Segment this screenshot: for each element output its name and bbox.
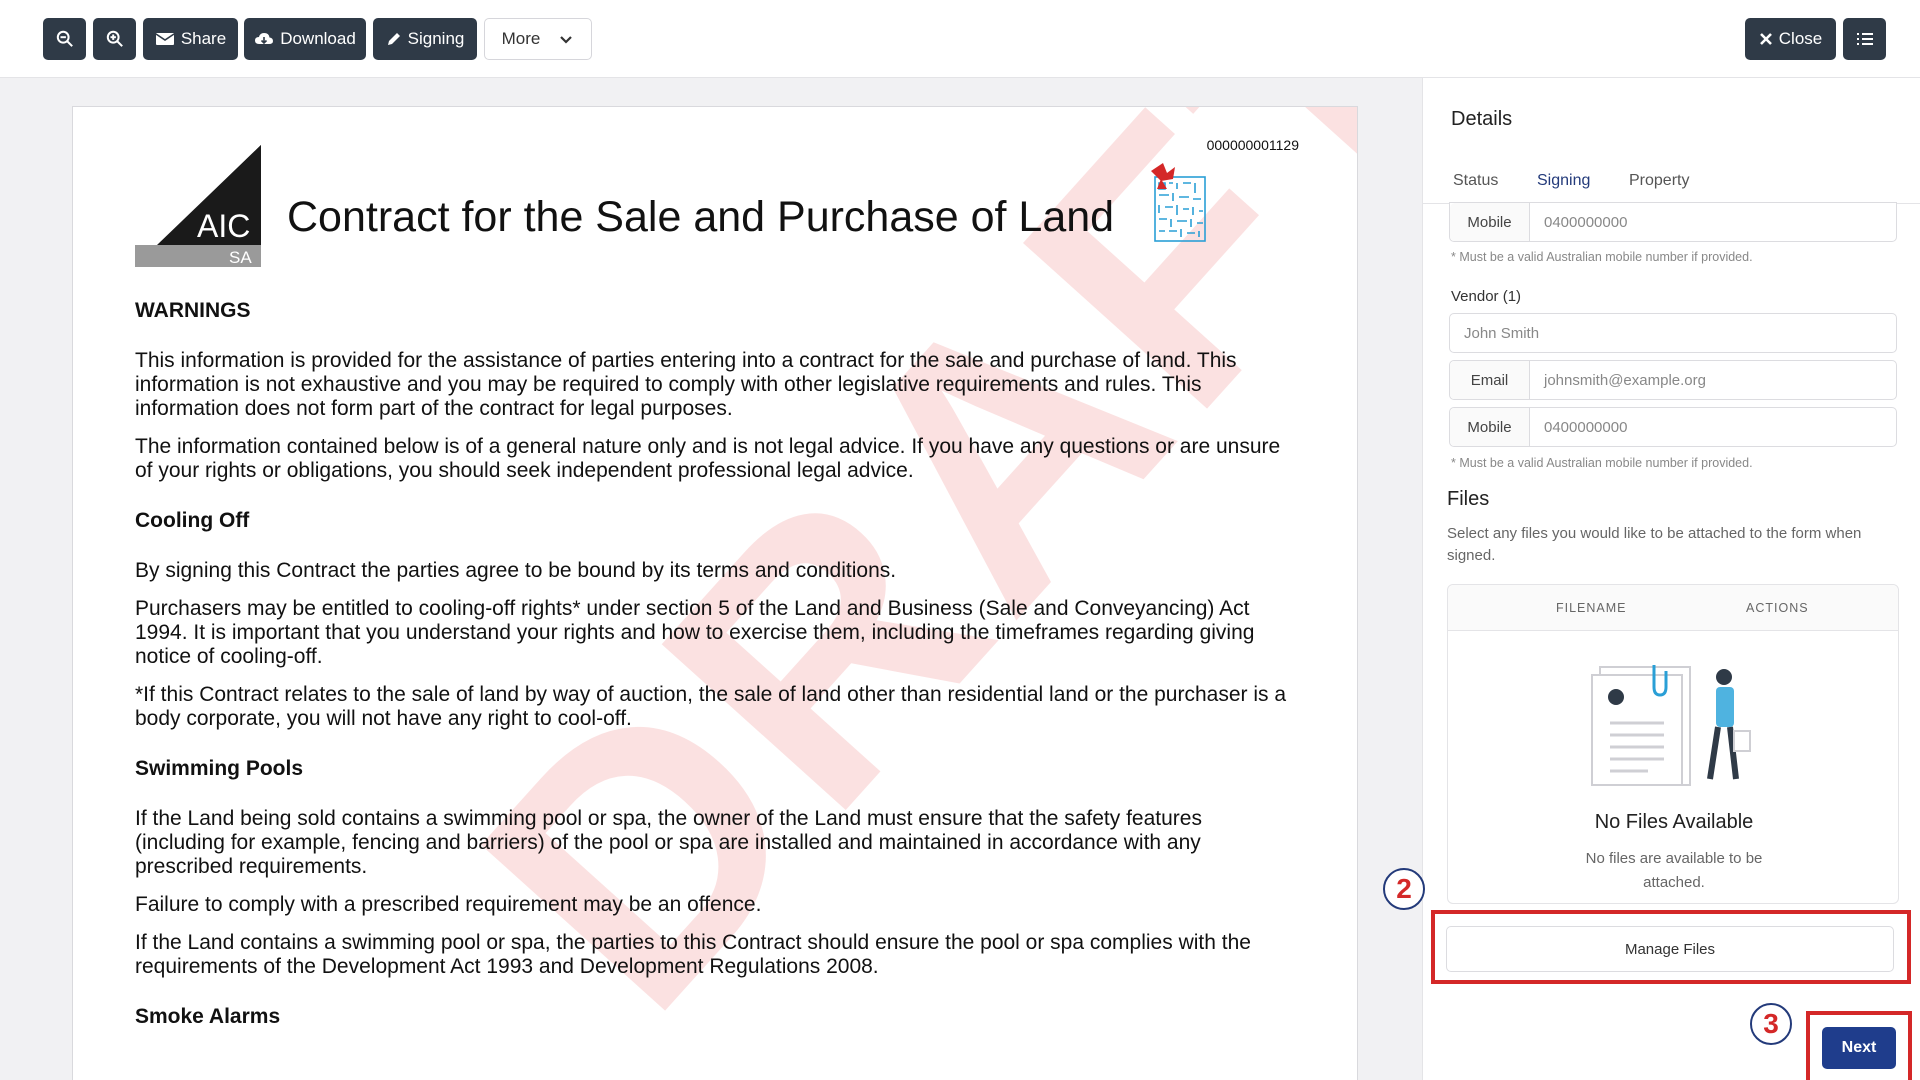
highlight-box-manage-files	[1431, 910, 1911, 984]
paragraph: By signing this Contract the parties agr…	[135, 559, 897, 582]
section-heading: WARNINGS	[135, 299, 251, 322]
vendor-mobile-field[interactable]: Mobile 0400000000	[1449, 407, 1897, 447]
mobile-prefix: Mobile	[1450, 203, 1530, 241]
zoom-in-button[interactable]	[93, 18, 136, 60]
envelope-icon	[155, 33, 175, 45]
more-dropdown[interactable]: More	[484, 18, 592, 60]
paragraph: This information is provided for the ass…	[135, 349, 1237, 420]
list-view-button[interactable]	[1843, 18, 1886, 60]
files-table-header: FILENAME ACTIONS	[1448, 585, 1898, 631]
paragraph: *If this Contract relates to the sale of…	[135, 683, 1287, 730]
details-tabs: Status Signing Property	[1423, 164, 1920, 204]
document-title: Contract for the Sale and Purchase of La…	[287, 193, 1115, 241]
actions-header: ACTIONS	[1746, 601, 1809, 615]
document-viewer[interactable]: DRAFT 000000001129 AIC SA Contract for t…	[0, 78, 1422, 1080]
download-label: Download	[280, 29, 356, 48]
zoom-in-icon	[106, 30, 123, 47]
vendor-name-placeholder: John Smith	[1464, 324, 1540, 342]
paragraph: The information contained below is of a …	[135, 435, 1281, 482]
purchaser-mobile-field[interactable]: Mobile 0400000000	[1449, 202, 1897, 242]
logo-text: AIC	[197, 208, 250, 244]
close-label: Close	[1778, 29, 1823, 48]
tab-signing[interactable]: Signing	[1537, 172, 1590, 190]
vendor-name-field[interactable]: John Smith	[1449, 313, 1897, 353]
mobile-placeholder: 0400000000	[1544, 418, 1628, 436]
step-3-marker: 3	[1750, 1003, 1792, 1045]
vendor-label: Vendor (1)	[1451, 288, 1522, 305]
files-title: Files	[1447, 488, 1490, 510]
tab-status[interactable]: Status	[1453, 172, 1498, 190]
cloud-download-icon	[255, 33, 274, 45]
share-button[interactable]: Share	[143, 18, 238, 60]
document-id: 000000001129	[1206, 137, 1299, 153]
files-description: Select any files you would like to be at…	[1447, 525, 1862, 564]
zoom-out-icon	[56, 30, 73, 47]
mobile-hint: * Must be a valid Australian mobile numb…	[1451, 250, 1753, 264]
filename-header: FILENAME	[1556, 601, 1627, 615]
toolbar: Share Download Signing More Close	[0, 0, 1920, 78]
empty-title: No Files Available	[1594, 811, 1754, 833]
paragraph: If the Land contains a swimming pool or …	[135, 931, 1251, 978]
pen-icon	[387, 33, 400, 45]
chevron-down-icon	[560, 36, 573, 44]
section-heading: Swimming Pools	[135, 757, 304, 780]
panel-title: Details	[1451, 108, 1513, 130]
vendor-email-field[interactable]: Email johnsmith@example.org	[1449, 360, 1897, 400]
paragraph: If the Land being sold contains a swimmi…	[135, 807, 1202, 878]
section-heading: Smoke Alarms	[135, 1005, 281, 1028]
mobile-prefix: Mobile	[1450, 408, 1530, 446]
email-placeholder: johnsmith@example.org	[1544, 371, 1706, 389]
paragraph: Failure to comply with a prescribed requ…	[135, 893, 762, 916]
tab-property[interactable]: Property	[1629, 172, 1689, 190]
share-label: Share	[180, 29, 227, 48]
list-icon	[1856, 33, 1873, 45]
close-icon	[1759, 33, 1772, 45]
logo-sub: SA	[229, 248, 252, 267]
zoom-out-button[interactable]	[43, 18, 86, 60]
qr-code-icon	[1151, 163, 1206, 242]
paragraph: Purchasers may be entitled to cooling-of…	[135, 597, 1255, 668]
download-button[interactable]: Download	[244, 18, 366, 60]
mobile-placeholder: 0400000000	[1544, 213, 1628, 231]
step-2-marker: 2	[1383, 868, 1425, 910]
document-body: WARNINGS This information is provided fo…	[135, 299, 1295, 1055]
vendor-mobile-hint: * Must be a valid Australian mobile numb…	[1451, 456, 1753, 470]
files-table: FILENAME ACTIONS No Files Available No f…	[1447, 584, 1899, 904]
document-page: DRAFT 000000001129 AIC SA Contract for t…	[72, 106, 1358, 1080]
aic-sa-logo: AIC SA	[135, 145, 261, 267]
signing-label: Signing	[407, 29, 465, 48]
close-button[interactable]: Close	[1745, 18, 1836, 60]
signing-button[interactable]: Signing	[373, 18, 477, 60]
more-label: More	[501, 29, 541, 48]
email-prefix: Email	[1450, 361, 1530, 399]
empty-description: No files are available to be attached.	[1585, 850, 1763, 891]
empty-files-illustration	[1591, 665, 1751, 786]
next-button[interactable]: Next	[1822, 1027, 1896, 1069]
section-heading: Cooling Off	[135, 509, 250, 532]
